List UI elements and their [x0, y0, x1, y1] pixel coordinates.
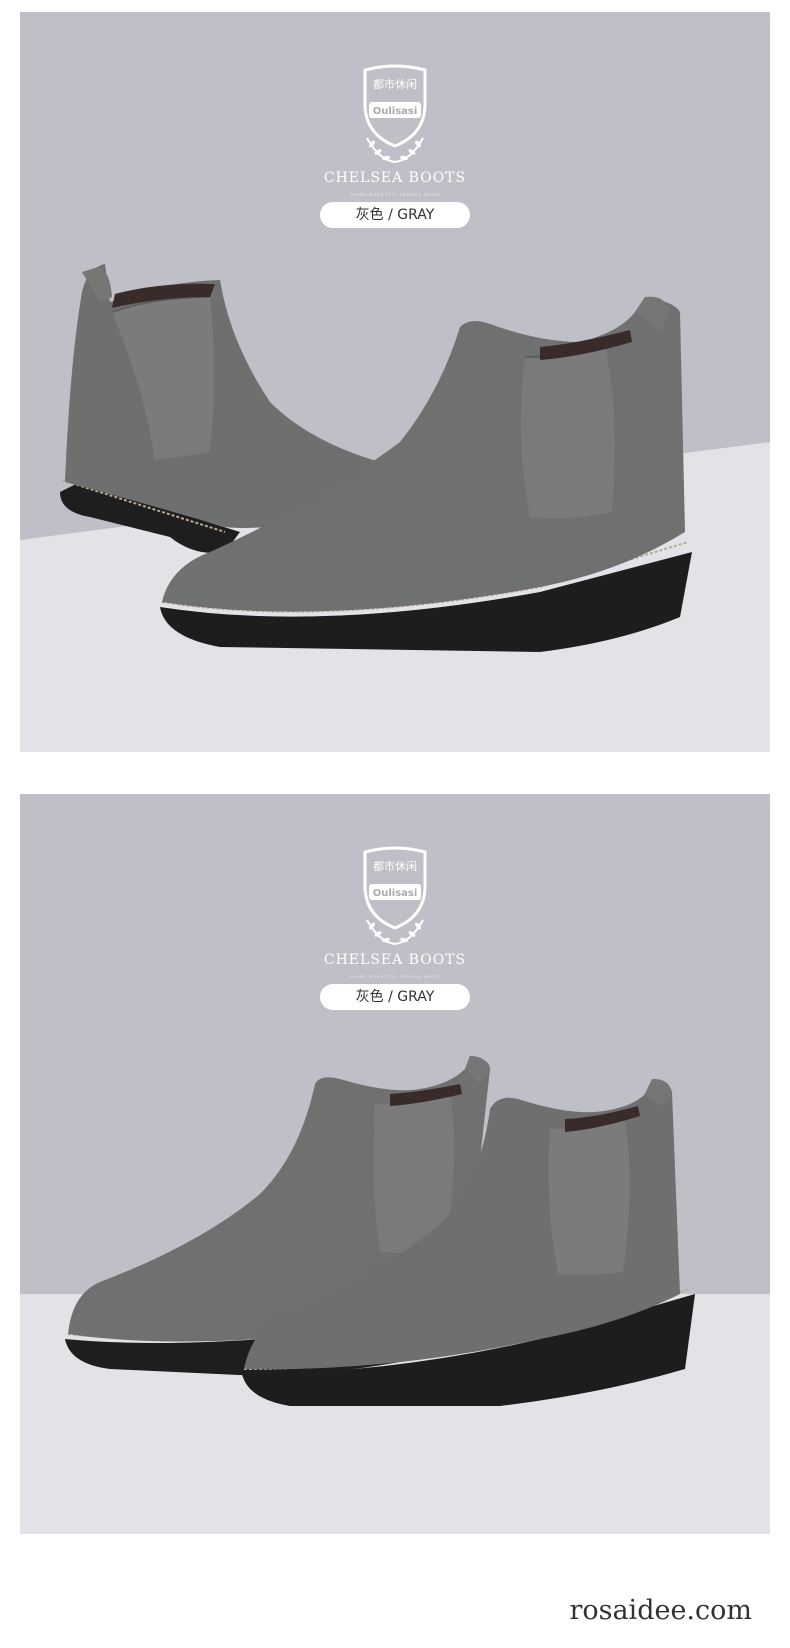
product-panel-1: 都市休闲 Oulisasi CHELSEA BOOTS suede make t… — [20, 12, 770, 752]
boots-photo-side-view — [60, 264, 692, 652]
boots-photo-pair-view — [65, 1056, 695, 1406]
product-panel-2: 都市休闲 Oulisasi CHELSEA BOOTS suede make t… — [20, 794, 770, 1534]
site-watermark: rosaidee.com — [569, 1595, 752, 1626]
